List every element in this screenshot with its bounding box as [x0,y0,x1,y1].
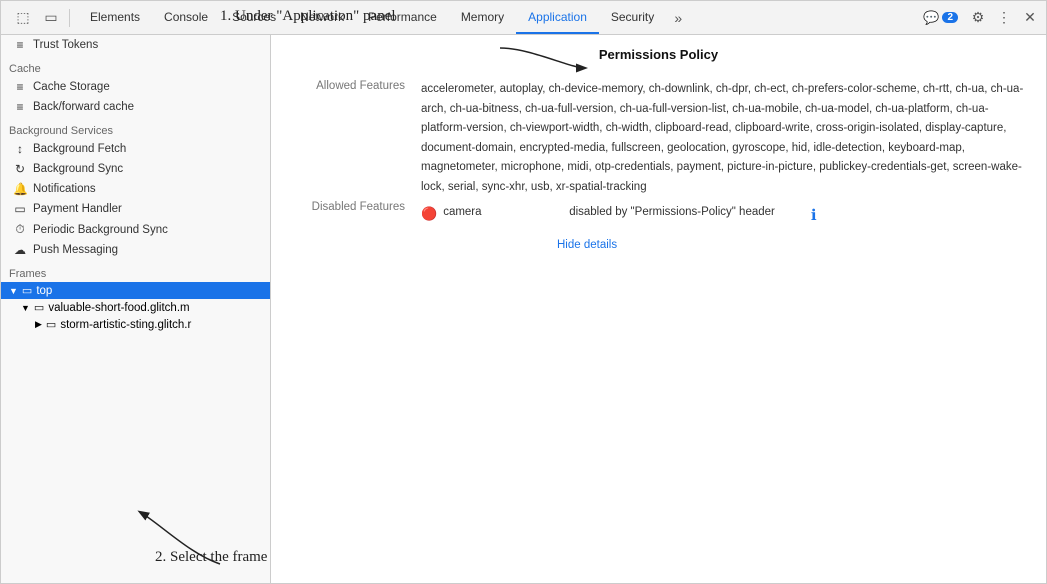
sidebar-item-notifications[interactable]: 🔔 Notifications [1,179,270,199]
disabled-feature-row: 🔴 camera disabled by "Permissions-Policy… [421,203,1026,229]
message-badge: 2 [942,12,958,23]
hide-details-link[interactable]: Hide details [557,239,1026,251]
sidebar-item-back-forward[interactable]: ≡ Back/forward cache [1,97,270,117]
toolbar-right: 💬 2 ⚙ ⋮ ✕ [917,6,1042,30]
toolbar-icons: ⬚ ▭ [5,6,78,30]
notifications-icon: 🔔 [13,182,27,196]
disabled-feature-name: camera [443,203,523,223]
tabs-bar: Elements Console Sources Network Perform… [78,1,917,34]
error-icon: 🔴 [421,203,437,225]
triangle-icon: ▼ [9,286,18,296]
sidebar: ≡ Trust Tokens Cache ≡ Cache Storage ≡ B… [1,35,271,583]
triangle-icon-2: ▼ [21,303,30,313]
allowed-features-label: Allowed Features [291,78,421,96]
toolbar-divider [69,9,70,27]
frame1-icon: ▭ [34,301,44,314]
tab-performance[interactable]: Performance [356,1,449,34]
bg-fetch-icon: ↕ [13,142,27,156]
trust-tokens-icon: ≡ [13,38,27,52]
tab-elements[interactable]: Elements [78,1,152,34]
sidebar-item-bg-fetch[interactable]: ↕ Background Fetch [1,139,270,159]
main-content: ≡ Trust Tokens Cache ≡ Cache Storage ≡ B… [1,35,1046,583]
disabled-features-label: Disabled Features [291,199,421,217]
allowed-features-value: accelerometer, autoplay, ch-device-memor… [421,78,1026,199]
push-messaging-icon: ☁ [13,243,27,257]
content-panel: Permissions Policy Allowed Features acce… [271,35,1046,583]
cursor-icon[interactable]: ⬚ [11,6,35,30]
bg-services-section-label: Background Services [1,117,270,139]
tab-security[interactable]: Security [599,1,666,34]
info-icon[interactable]: ℹ [811,203,817,229]
back-forward-icon: ≡ [13,100,27,114]
more-options-button[interactable]: ⋮ [992,6,1016,30]
tab-sources[interactable]: Sources [220,1,288,34]
sidebar-item-cache-storage[interactable]: ≡ Cache Storage [1,77,270,97]
device-icon[interactable]: ▭ [39,6,63,30]
sidebar-item-frame1[interactable]: ▼ ▭ valuable-short-food.glitch.m [1,299,270,316]
periodic-bg-sync-icon: ⏱ [13,222,27,237]
disabled-features-value: 🔴 camera disabled by "Permissions-Policy… [421,199,1026,231]
panel-title: Permissions Policy [291,47,1026,62]
toolbar: ⬚ ▭ Elements Console Sources Network Per… [1,1,1046,35]
settings-button[interactable]: ⚙ [966,6,990,30]
tab-network[interactable]: Network [288,1,356,34]
payment-handler-icon: ▭ [13,202,27,216]
sidebar-item-frame2[interactable]: ▶ ▭ storm-artistic-sting.glitch.r [1,316,270,333]
triangle-icon-3: ▶ [35,319,42,330]
sidebar-item-periodic-bg-sync[interactable]: ⏱ Periodic Background Sync [1,219,270,240]
close-button[interactable]: ✕ [1018,6,1042,30]
sidebar-item-trust-tokens[interactable]: ≡ Trust Tokens [1,35,270,55]
messages-button[interactable]: 💬 2 [917,8,964,28]
devtools-window: ⬚ ▭ Elements Console Sources Network Per… [0,0,1047,584]
top-frame-page-icon: ▭ [22,284,32,297]
more-tabs-button[interactable]: » [666,6,690,30]
bg-sync-icon: ↻ [13,162,27,176]
frame2-icon: ▭ [46,318,56,331]
sidebar-item-top-frame[interactable]: ▼ ▭ top [1,282,270,299]
tab-memory[interactable]: Memory [449,1,516,34]
cache-section-label: Cache [1,55,270,77]
permissions-grid: Allowed Features accelerometer, autoplay… [291,78,1026,251]
tab-application[interactable]: Application [516,1,599,34]
disabled-reason: disabled by "Permissions-Policy" header [569,203,775,223]
tab-console[interactable]: Console [152,1,220,34]
cache-storage-icon: ≡ [13,80,27,94]
sidebar-item-push-messaging[interactable]: ☁ Push Messaging [1,240,270,260]
frames-section-label: Frames [1,260,270,282]
sidebar-item-payment-handler[interactable]: ▭ Payment Handler [1,199,270,219]
sidebar-item-bg-sync[interactable]: ↻ Background Sync [1,159,270,179]
